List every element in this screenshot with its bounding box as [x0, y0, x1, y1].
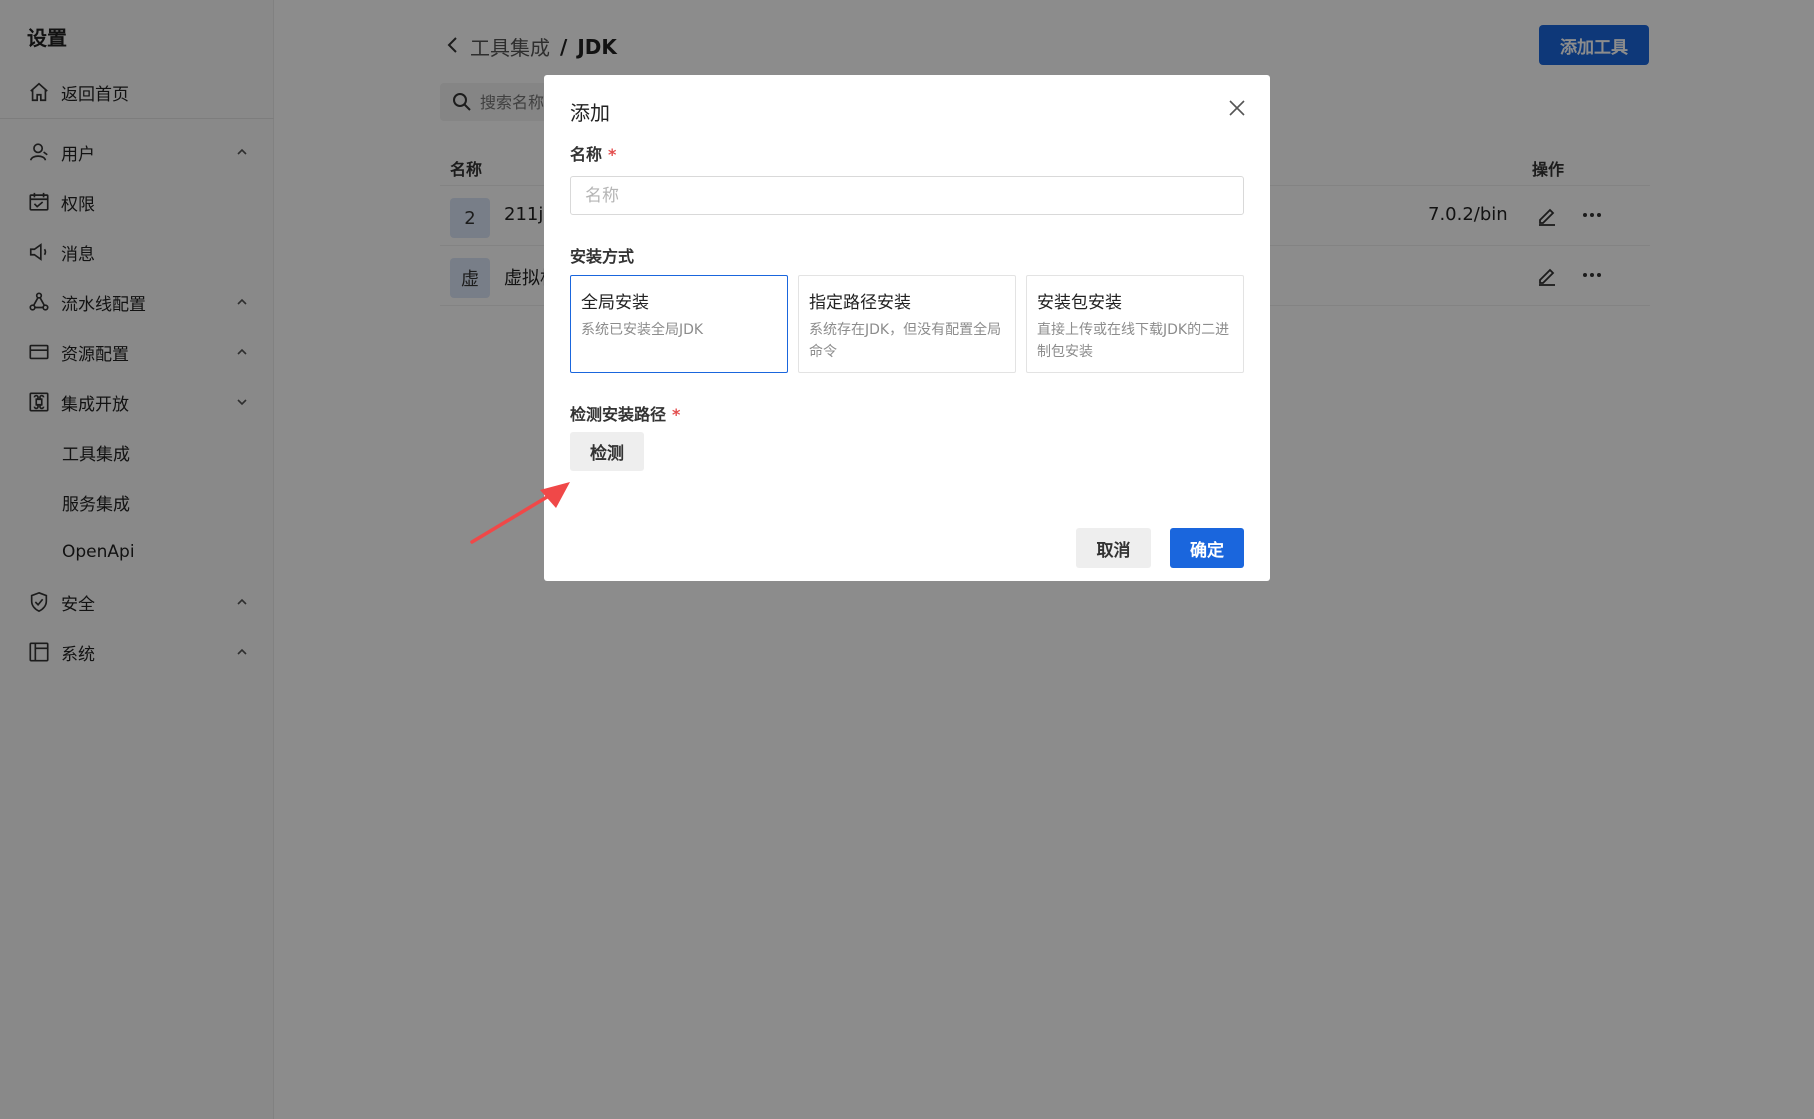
option-path-install[interactable]: 指定路径安装 系统存在JDK，但没有配置全局命令: [798, 275, 1016, 373]
cancel-button[interactable]: 取消: [1076, 528, 1151, 568]
close-icon[interactable]: [1226, 97, 1248, 119]
confirm-button[interactable]: 确定: [1170, 528, 1244, 568]
option-desc: 系统存在JDK，但没有配置全局命令: [809, 322, 1002, 360]
option-global-install[interactable]: 全局安装 系统已安装全局JDK: [570, 275, 788, 373]
add-dialog: 添加 名称 * 安装方式 全局安装 系统已安装全局JDK 指定路径安装 系统存在J…: [544, 75, 1270, 581]
required-asterisk: *: [608, 145, 617, 164]
name-label: 名称 *: [570, 141, 616, 165]
option-package-install[interactable]: 安装包安装 直接上传或在线下载JDK的二进制包安装: [1026, 275, 1244, 373]
detect-path-label-text: 检测安装路径: [570, 405, 667, 424]
dialog-title: 添加: [570, 101, 610, 125]
annotation-arrow-icon: [470, 482, 570, 544]
install-method-label: 安装方式: [570, 247, 635, 266]
option-desc: 直接上传或在线下载JDK的二进制包安装: [1037, 322, 1230, 360]
option-desc: 系统已安装全局JDK: [581, 322, 704, 338]
name-field[interactable]: [570, 176, 1244, 215]
name-label-text: 名称: [570, 145, 603, 164]
option-title: 指定路径安装: [809, 293, 911, 313]
detect-path-label: 检测安装路径 *: [570, 401, 680, 425]
detect-button[interactable]: 检测: [570, 432, 644, 471]
required-asterisk: *: [672, 405, 681, 424]
option-title: 全局安装: [581, 293, 649, 313]
option-title: 安装包安装: [1037, 293, 1122, 313]
